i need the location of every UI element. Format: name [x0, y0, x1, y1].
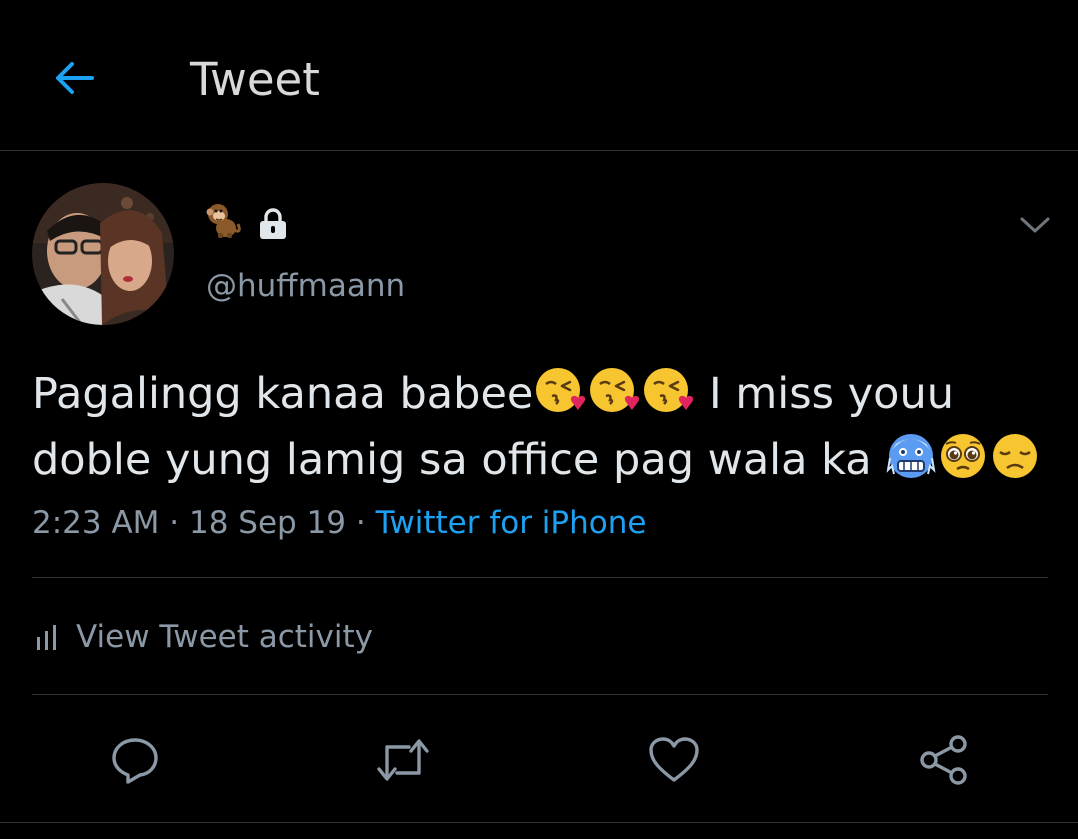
reply-icon	[112, 738, 158, 784]
tweet-source-link[interactable]: Twitter for iPhone	[376, 505, 647, 541]
bar-chart-icon	[37, 625, 56, 650]
tweet-time: 2:23 AM	[32, 505, 160, 541]
share-button[interactable]	[916, 732, 972, 788]
back-button[interactable]	[46, 50, 102, 106]
avatar[interactable]	[32, 183, 174, 325]
tweet-line-1: Pagalingg kanaa babee I miss youu	[32, 364, 1052, 430]
like-button[interactable]	[646, 732, 702, 788]
pleading-face-emoji	[938, 430, 988, 496]
author-display-name[interactable]	[204, 203, 288, 244]
arrow-left-icon	[56, 62, 94, 94]
cold-face-emoji	[886, 430, 936, 496]
tweet-detail-screen: Tweet @huffmaann Pagalingg kanaa babee I…	[0, 0, 1078, 839]
lock-icon	[260, 208, 286, 239]
heart-icon	[649, 737, 699, 782]
monkey-icon	[206, 203, 241, 238]
kissing-heart-emoji	[588, 364, 640, 430]
tweet-date: 18 Sep 19	[188, 505, 347, 541]
meta-separator: ·	[159, 505, 189, 541]
meta-separator: ·	[346, 505, 376, 541]
tweet-line-2: doble yung lamig sa office pag wala ka	[32, 430, 1052, 496]
tweet-text-segment: doble yung lamig sa office pag wala ka	[32, 435, 886, 485]
tweet-text-segment: Pagalingg kanaa babee	[32, 369, 534, 419]
divider	[32, 577, 1048, 578]
page-title: Tweet	[190, 53, 320, 106]
retweet-icon	[377, 739, 429, 781]
view-tweet-activity-button[interactable]: View Tweet activity	[36, 615, 373, 659]
divider	[32, 694, 1048, 695]
share-icon	[920, 735, 967, 785]
retweet-button[interactable]	[375, 732, 431, 788]
disappointed-face-emoji	[990, 430, 1040, 496]
divider	[0, 822, 1078, 823]
more-options-button[interactable]	[1010, 205, 1060, 245]
kissing-heart-emoji	[534, 364, 586, 430]
profile-photo	[32, 183, 174, 325]
tweet-text-segment: I miss youu	[695, 369, 954, 419]
monkey-emoji	[204, 200, 244, 249]
chevron-down-icon	[1020, 217, 1050, 233]
top-app-bar: Tweet	[0, 0, 1078, 151]
kissing-heart-emoji	[642, 364, 694, 430]
reply-button[interactable]	[107, 732, 163, 788]
view-tweet-activity-label: View Tweet activity	[76, 619, 373, 655]
tweet-text: Pagalingg kanaa babee I miss youu doble …	[32, 364, 1052, 496]
tweet-meta: 2:23 AM · 18 Sep 19 · Twitter for iPhone	[32, 503, 646, 543]
author-handle[interactable]: @huffmaann	[206, 266, 405, 306]
